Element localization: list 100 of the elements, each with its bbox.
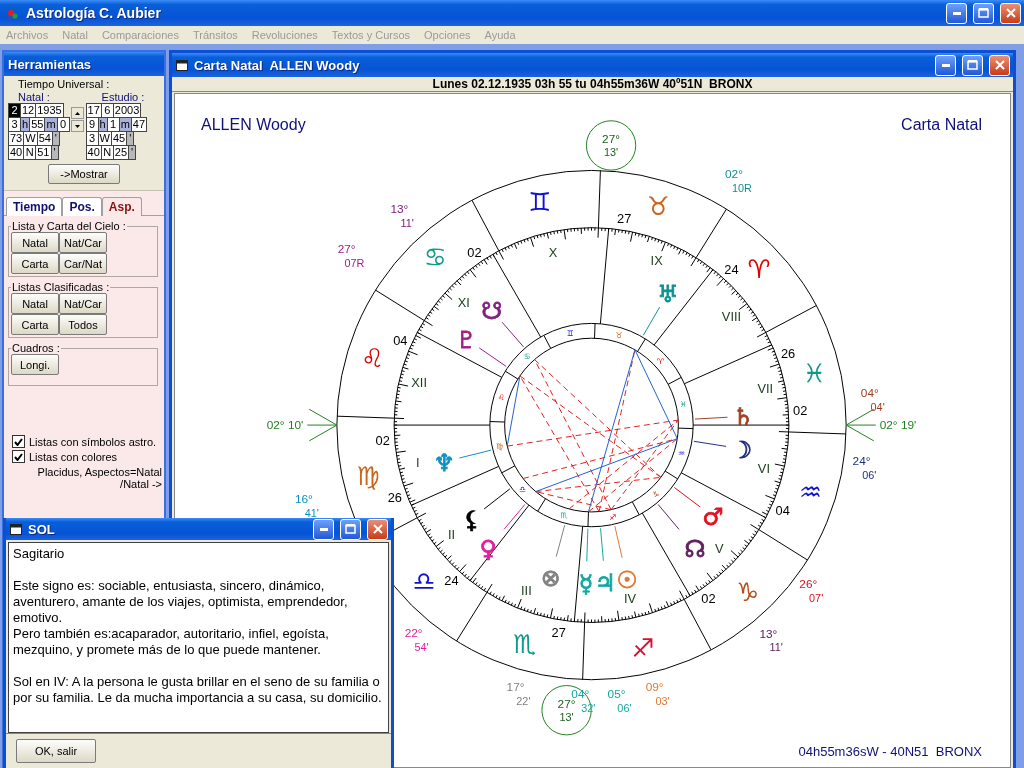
minimize-button[interactable] xyxy=(946,2,967,24)
maximize-icon xyxy=(978,8,989,18)
dialog-title: SOL xyxy=(28,521,56,537)
zodiac-sign-small-glyph: ♒ xyxy=(678,448,686,458)
ok-button[interactable]: OK, salir xyxy=(16,739,96,763)
checkbox-option[interactable]: Listas con colores xyxy=(4,449,164,464)
house-cusp-degree: 04 xyxy=(775,503,790,519)
planet-glyph: ⊗ xyxy=(540,564,561,593)
list-button[interactable]: Longi. xyxy=(11,354,59,375)
list-button[interactable]: Carta xyxy=(11,314,59,335)
house-cusp-degree: 02 xyxy=(375,432,390,448)
list-button[interactable]: Natal xyxy=(11,232,59,253)
house-numeral: XII xyxy=(411,375,427,391)
checkbox[interactable] xyxy=(12,450,25,463)
house-numeral: X xyxy=(548,244,558,260)
zodiac-sign-glyph: ♋ xyxy=(423,242,447,273)
zodiac-sign-glyph: ♌ xyxy=(361,343,385,373)
list-button[interactable]: Todos xyxy=(59,314,107,335)
planet-glyph: ☋ xyxy=(481,297,503,326)
minimize-button[interactable] xyxy=(935,54,956,76)
app-title: Astrología C. Aubier xyxy=(26,5,162,21)
down-arrow-icon xyxy=(74,124,80,128)
zodiac-sign-small-glyph: ♉ xyxy=(615,330,623,340)
status-text: /Natal -> xyxy=(120,478,162,490)
zodiac-sign-small-glyph: ♓ xyxy=(679,399,687,409)
planet-degree-label: 04° 04' xyxy=(860,386,885,414)
list-button[interactable]: Nat/Car xyxy=(59,293,107,314)
show-button[interactable]: ->Mostrar xyxy=(48,164,120,184)
planet-degree-label: 13° 11' xyxy=(759,626,783,654)
list-button[interactable]: Natal xyxy=(11,293,59,314)
list-button[interactable]: Carta xyxy=(11,253,59,274)
planet-degree-label: 09° 03' xyxy=(645,680,670,708)
spin-down-button[interactable] xyxy=(70,120,84,132)
house-numeral: III xyxy=(521,583,532,599)
close-button[interactable] xyxy=(367,518,388,540)
house-cusp-degree: 27 xyxy=(551,624,566,640)
group-title: Listas Clasificadas : xyxy=(11,281,111,293)
maximize-icon xyxy=(345,524,356,534)
maximize-button[interactable] xyxy=(973,2,994,24)
imum-coeli-degree-label: 27° 13' xyxy=(557,697,576,724)
input-field[interactable]: 51 xyxy=(35,145,52,160)
house-numeral: VIII xyxy=(721,308,742,324)
house-cusp-degree: 02 xyxy=(701,591,716,607)
tab[interactable]: Tiempo xyxy=(6,197,63,216)
minimize-icon xyxy=(319,527,328,531)
group-title: Cuadros : xyxy=(11,342,61,354)
list-button[interactable]: Car/Nat xyxy=(59,253,107,274)
tab[interactable]: Pos. xyxy=(62,197,102,216)
input-field[interactable]: 40 xyxy=(85,145,102,160)
house-numeral: VI xyxy=(757,461,770,476)
section-label: Tiempo Universal : xyxy=(17,78,111,90)
house-cusp-degree: 24 xyxy=(444,573,459,589)
maximize-button[interactable] xyxy=(340,518,361,540)
house-cusp-degree: 04 xyxy=(393,332,408,348)
planet-glyph: ☉ xyxy=(616,565,638,594)
planet-glyph: ♃ xyxy=(594,569,616,598)
planet-glyph: ♇ xyxy=(455,325,477,354)
close-icon xyxy=(372,524,383,534)
window-icon xyxy=(176,59,188,71)
zodiac-sign-glyph: ♍ xyxy=(356,461,380,492)
zodiac-sign-glyph: ♉ xyxy=(646,191,670,221)
house-cusp-degree: 02 xyxy=(467,244,482,260)
description-text: Sol en IV: A la persona le gusta brillar en el seno de su familia o por su familia. Le da mucha importancia a su casa, su domicilio. xyxy=(13,674,383,706)
input-field[interactable]: ' xyxy=(50,145,59,160)
zodiac-sign-small-glyph: ♌ xyxy=(497,393,505,403)
minimize-button[interactable] xyxy=(313,518,334,540)
checkbox[interactable] xyxy=(12,435,25,448)
zodiac-sign-small-glyph: ♈ xyxy=(656,356,664,366)
chart-header: Lunes 02.12.1935 03h 55 tu 04h55m36W 40º51N BRONX xyxy=(172,77,1013,92)
planet-glyph: ♀ xyxy=(479,535,497,564)
tab[interactable]: Asp. xyxy=(101,197,142,216)
zodiac-sign-glyph: ♏ xyxy=(513,628,537,659)
house-cusp-degree: 26 xyxy=(387,489,403,505)
description-text: Pero también es:acaparador, autoritario, infiel, egoísta, mezquino, y promete más de lo que puede mantener. xyxy=(13,626,330,658)
description-text: Sagitario xyxy=(13,546,66,562)
zodiac-sign-glyph: ♈ xyxy=(747,253,771,284)
planet-degree-label: 05° 06' xyxy=(607,686,632,714)
planet-degree-label: 16° 41' xyxy=(294,492,319,520)
planet-degree-label: 24° 06' xyxy=(852,454,877,482)
panel-title: Herramientas xyxy=(8,56,93,72)
zodiac-sign-glyph: ♓ xyxy=(803,358,827,389)
close-button[interactable] xyxy=(1000,2,1021,24)
maximize-button[interactable] xyxy=(962,54,983,76)
planet-glyph: ♄ xyxy=(732,403,754,432)
input-field[interactable]: ' xyxy=(128,145,137,160)
midheaven-degree-label: 27° 13' xyxy=(602,132,620,159)
planet-glyph: ♂ xyxy=(702,503,724,532)
close-button[interactable] xyxy=(989,54,1010,76)
spin-up-button[interactable] xyxy=(70,107,84,119)
close-icon xyxy=(1005,8,1016,18)
zodiac-sign-glyph: ♑ xyxy=(736,577,760,608)
house-cusp-degree: 26 xyxy=(781,346,796,362)
list-button[interactable]: Nat/Car xyxy=(59,232,107,253)
section-label: Estudio : xyxy=(100,91,146,103)
zodiac-sign-small-glyph: ♐ xyxy=(609,512,617,522)
checkbox-option[interactable]: Listas con símbolos astro. xyxy=(4,434,164,449)
group-title: Lista y Carta del Cielo : xyxy=(11,220,127,232)
planet-degree-label: 13° 11' xyxy=(390,202,414,229)
input-field[interactable]: 40 xyxy=(8,145,25,160)
close-icon xyxy=(994,60,1005,70)
